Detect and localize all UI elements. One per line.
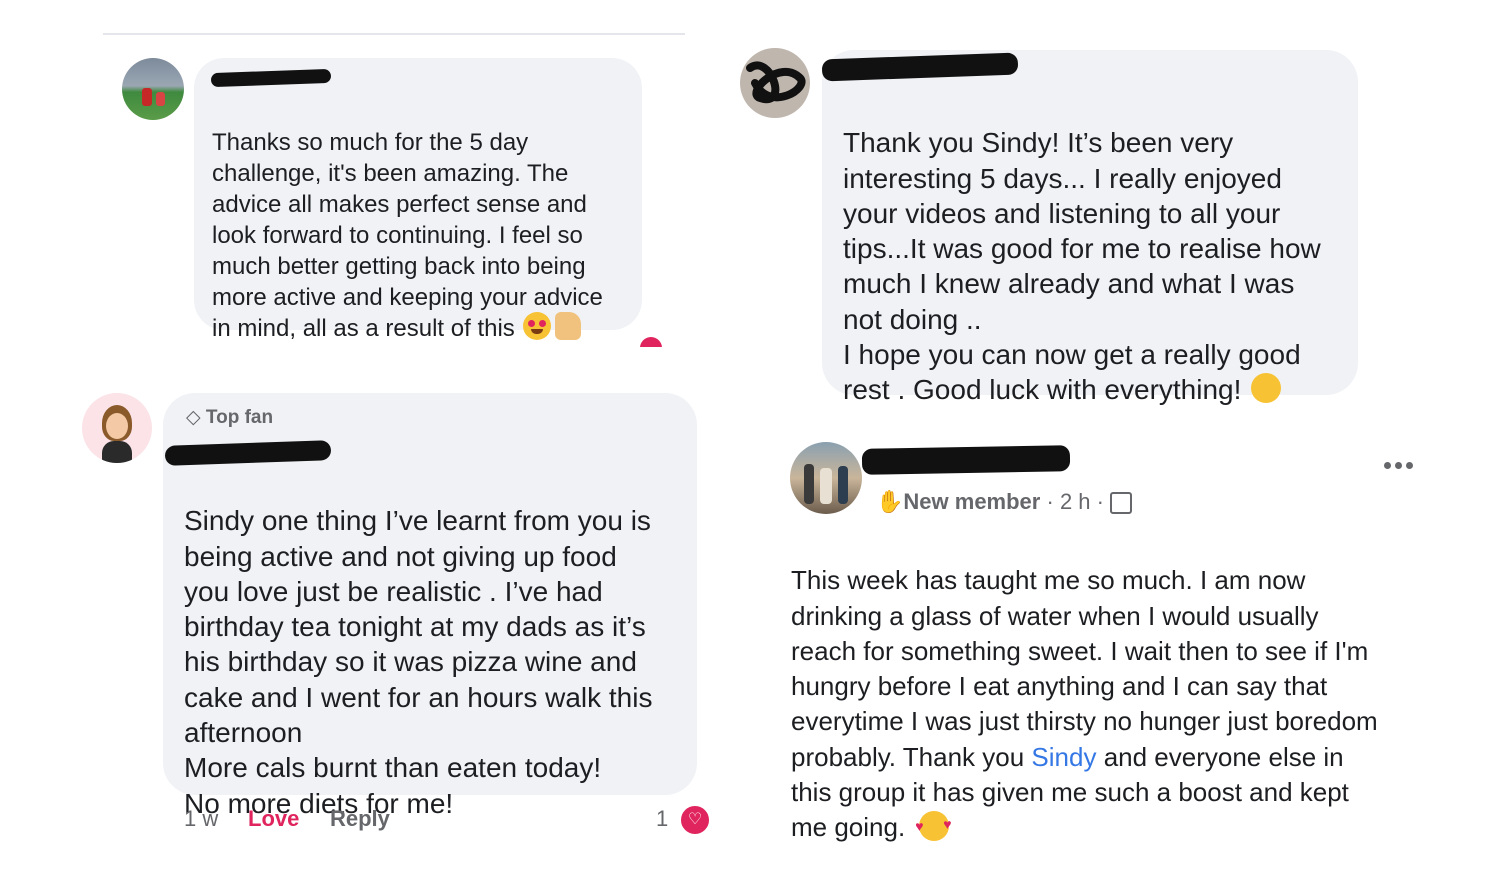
group-privacy-icon: [1110, 492, 1133, 515]
new-member-badge: New member: [903, 489, 1041, 514]
avatar[interactable]: [82, 393, 152, 463]
post-text: This week has taught me so much. I am no…: [791, 565, 1378, 843]
heart-eyes-emoji: [522, 311, 551, 340]
avatar[interactable]: [122, 58, 184, 120]
top-divider: [103, 33, 685, 35]
diamond-icon: ◇: [186, 407, 201, 428]
redacted-name: [861, 445, 1071, 475]
mention-link[interactable]: Sindy: [1031, 742, 1096, 772]
top-fan-badge: ◇ Top fan: [186, 407, 274, 428]
clipped-reaction-row: [210, 337, 670, 347]
comment-text: Thank you Sindy! It’s been very interest…: [843, 127, 1321, 406]
comment-text: Sindy one thing I’ve learnt from you is …: [184, 505, 653, 819]
post-time: 2 h: [1059, 489, 1091, 514]
love-button[interactable]: Love: [248, 806, 299, 832]
wave-hand-icon: ✋: [876, 489, 904, 514]
smiling-hearts-emoji: ♥ ♥: [915, 810, 952, 841]
comment-time: 1 w: [184, 806, 219, 831]
comment-meta: 1 w: [184, 806, 218, 832]
scribble-over-avatar: [746, 61, 806, 104]
thumbs-up-emoji: [554, 311, 581, 340]
post-meta: ✋New member · 2 h ·: [876, 489, 1133, 515]
avatar[interactable]: [790, 442, 862, 514]
heart-reaction-icon[interactable]: ♡: [679, 804, 711, 836]
more-options-icon[interactable]: [1384, 456, 1417, 474]
reaction-count: 1: [656, 806, 669, 831]
smile-emoji: [1251, 372, 1282, 403]
reply-button[interactable]: Reply: [330, 806, 390, 832]
avatar[interactable]: [740, 48, 810, 118]
comment-text: Thanks so much for the 5 day challenge, …: [212, 129, 603, 342]
